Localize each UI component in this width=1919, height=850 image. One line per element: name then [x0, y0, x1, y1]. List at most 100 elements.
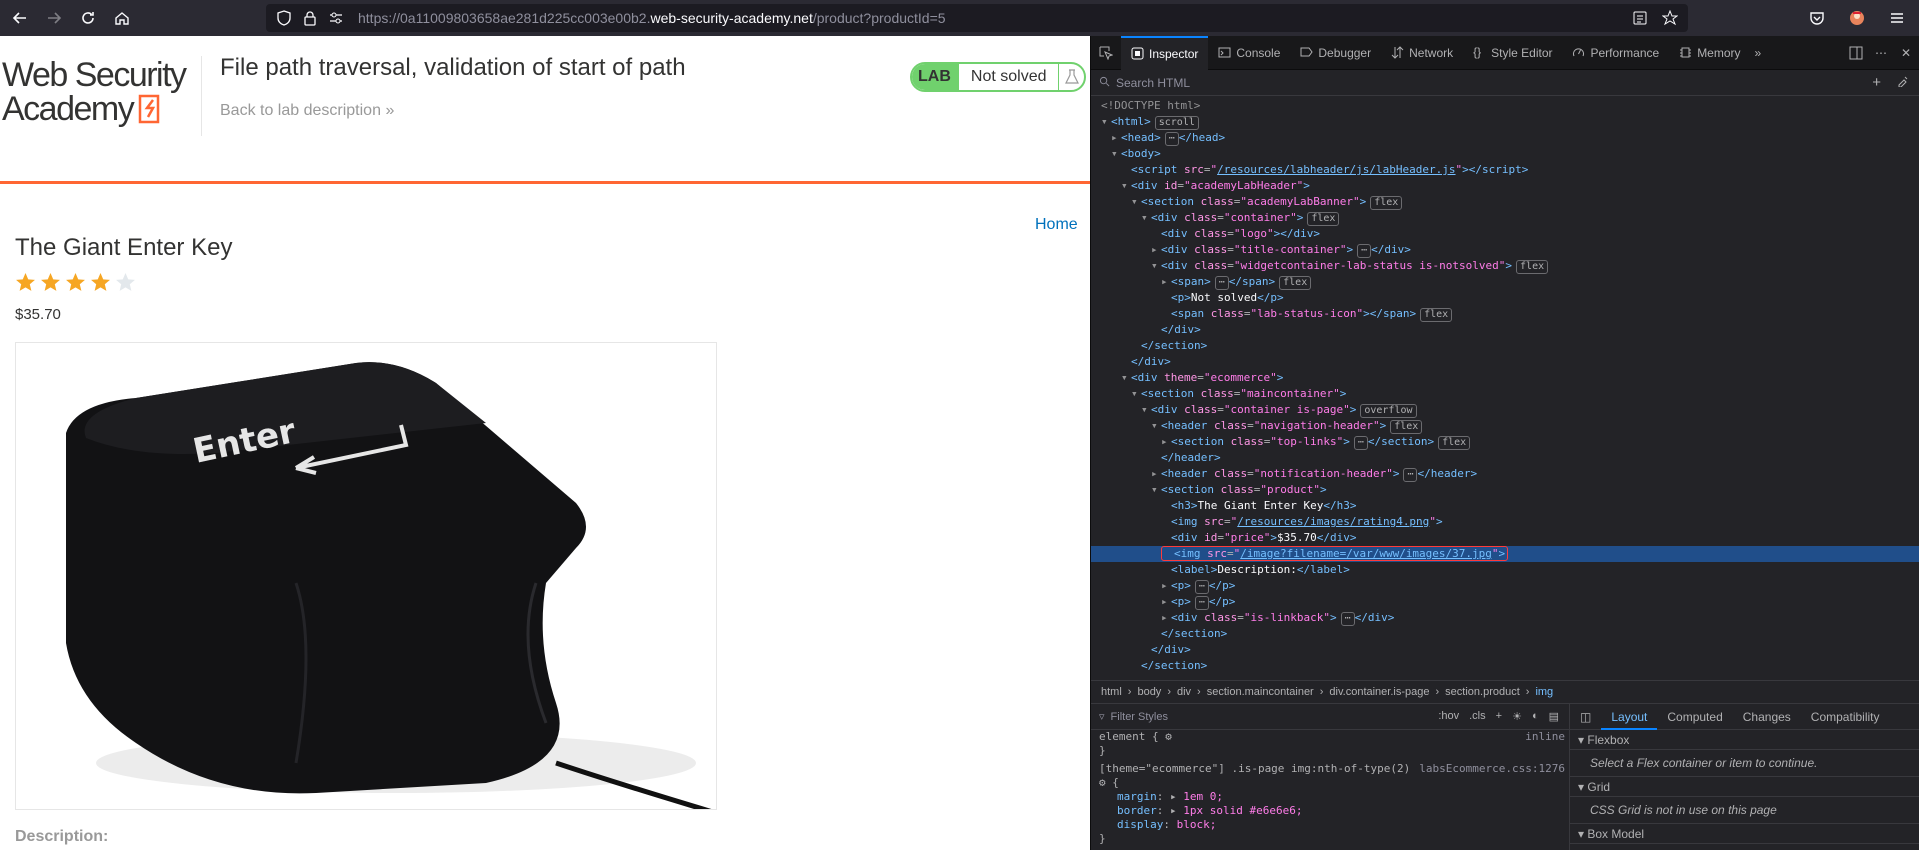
- more-tools-icon[interactable]: »: [1751, 36, 1766, 70]
- breadcrumb-item[interactable]: div: [1177, 686, 1191, 698]
- markup-node[interactable]: <p>Not solved</p>: [1161, 290, 1284, 306]
- markup-node[interactable]: ▾ <header class="navigation-header"> flex: [1151, 418, 1423, 434]
- markup-node[interactable]: ▾ <div class="widgetcontainer-lab-status …: [1151, 258, 1549, 274]
- tab-memory[interactable]: Memory: [1669, 36, 1750, 70]
- markup-node[interactable]: ▾ <html> scroll: [1101, 114, 1199, 130]
- markup-node[interactable]: ▸ <span> ⋯ </span> flex: [1161, 274, 1312, 290]
- lock-icon[interactable]: [302, 10, 318, 26]
- tab-console[interactable]: Console: [1208, 36, 1290, 70]
- markup-node[interactable]: ▸ <div class="is-linkback"> ⋯ </div>: [1161, 610, 1394, 626]
- markup-node[interactable]: ▾ <section class="maincontainer">: [1131, 386, 1346, 402]
- home-icon[interactable]: [108, 4, 136, 32]
- markup-node[interactable]: ▾ <div class="container is-page"> overflow: [1141, 402, 1417, 418]
- breadcrumb-item[interactable]: html: [1101, 686, 1122, 698]
- logo-line2: Academy: [2, 90, 135, 128]
- markup-node[interactable]: ▸ <p> ⋯ </p>: [1161, 578, 1235, 594]
- reader-view-icon[interactable]: [1632, 10, 1648, 31]
- light-mode-icon[interactable]: ☀: [1512, 710, 1522, 723]
- options-menu-icon[interactable]: ⋯: [1869, 36, 1893, 70]
- markup-node[interactable]: ▸ <section class="top-links"> ⋯ </section> f…: [1161, 434, 1471, 450]
- markup-node[interactable]: ▾ <section class="product">: [1151, 482, 1327, 498]
- logo-line1: Web Security: [2, 56, 187, 94]
- cls-toggle[interactable]: .cls: [1469, 710, 1486, 723]
- markup-node[interactable]: ▸ <p> ⋯ </p>: [1161, 594, 1235, 610]
- breadcrumb-item[interactable]: section.product: [1445, 686, 1520, 698]
- eyedropper-icon[interactable]: [1897, 75, 1909, 90]
- markup-node[interactable]: <div class="logo"></div>: [1151, 226, 1320, 242]
- close-devtools-icon[interactable]: ✕: [1893, 36, 1919, 70]
- markup-node[interactable]: </section>: [1131, 658, 1207, 674]
- home-link[interactable]: Home: [1035, 216, 1078, 234]
- element-picker-icon[interactable]: [1091, 36, 1121, 70]
- selected-node[interactable]: <img src="/image?filename=/var/www/image…: [1091, 546, 1919, 562]
- memory-icon: [1679, 46, 1692, 59]
- prop-border[interactable]: border: ▸ 1px solid #e6e6e6;: [1091, 804, 1569, 818]
- permissions-icon[interactable]: [328, 10, 344, 26]
- prop-margin[interactable]: margin: ▸ 1em 0;: [1091, 790, 1569, 804]
- grid-section-header[interactable]: ▾ Grid: [1570, 777, 1919, 797]
- markup-node[interactable]: </header>: [1151, 450, 1221, 466]
- tab-inspector[interactable]: Inspector: [1121, 35, 1209, 70]
- markup-node[interactable]: ▾ <div class="container"> flex: [1141, 210, 1340, 226]
- markup-node[interactable]: </div>: [1141, 642, 1191, 658]
- reload-icon[interactable]: [74, 4, 102, 32]
- logo[interactable]: Web Security Academy: [2, 58, 202, 132]
- hov-toggle[interactable]: :hov: [1438, 710, 1459, 723]
- forward-icon[interactable]: [40, 4, 68, 32]
- logo-text: Web Security Academy: [2, 58, 202, 126]
- breadcrumb-item[interactable]: img: [1535, 686, 1553, 698]
- url-bar[interactable]: https://0a11009803658ae281d225cc003e00b2…: [266, 4, 1688, 32]
- markup-node[interactable]: <span class="lab-status-icon"></span> fle…: [1161, 306, 1453, 322]
- markup-node[interactable]: ▾ <body>: [1111, 146, 1161, 162]
- rule1-source[interactable]: inline: [1525, 730, 1565, 744]
- markup-node[interactable]: ▸ <head> ⋯ </head>: [1111, 130, 1225, 146]
- tab-debugger[interactable]: Debugger: [1290, 36, 1381, 70]
- box-model-section-header[interactable]: ▾ Box Model: [1570, 824, 1919, 844]
- markup-node[interactable]: </section>: [1151, 626, 1227, 642]
- markup-node[interactable]: ▾ <div theme="ecommerce">: [1121, 370, 1283, 386]
- markup-node[interactable]: <h3>The Giant Enter Key</h3>: [1161, 498, 1356, 514]
- markup-node[interactable]: <div id="price">$35.70</div>: [1161, 530, 1357, 546]
- tab-style-editor[interactable]: {} Style Editor: [1463, 36, 1562, 70]
- tab-layout[interactable]: Layout: [1601, 704, 1658, 730]
- bookmark-star-icon[interactable]: [1661, 9, 1679, 31]
- markup-node[interactable]: <script src="/resources/labheader/js/lab…: [1121, 162, 1528, 178]
- menu-icon[interactable]: [1883, 4, 1911, 32]
- markup-node[interactable]: </div>: [1121, 354, 1171, 370]
- prop-display[interactable]: display: block;: [1091, 818, 1569, 832]
- breadcrumb-item[interactable]: section.maincontainer: [1207, 686, 1314, 698]
- tab-computed[interactable]: Computed: [1657, 710, 1732, 724]
- markup-node[interactable]: ▸ <header class="notification-header"> ⋯ </…: [1151, 466, 1477, 482]
- markup-node[interactable]: <!DOCTYPE html>: [1101, 98, 1200, 114]
- shield-icon[interactable]: [276, 10, 292, 26]
- back-icon[interactable]: [6, 4, 34, 32]
- markup-node[interactable]: </div>: [1151, 322, 1201, 338]
- markup-node[interactable]: ▾ <div id="academyLabHeader">: [1121, 178, 1310, 194]
- gear-icon[interactable]: ⚙: [1165, 730, 1172, 743]
- tab-network[interactable]: Network: [1381, 36, 1463, 70]
- tab-compatibility[interactable]: Compatibility: [1801, 710, 1890, 724]
- add-rule-icon[interactable]: +: [1496, 710, 1502, 723]
- breadcrumb-item[interactable]: body: [1137, 686, 1161, 698]
- markup-node[interactable]: </section>: [1131, 338, 1207, 354]
- markup-node[interactable]: <img src="/resources/images/rating4.png"…: [1161, 514, 1443, 530]
- html-search-bar[interactable]: Search HTML +: [1091, 70, 1919, 96]
- tab-changes[interactable]: Changes: [1733, 710, 1801, 724]
- rule2-source[interactable]: labsEcommerce.css:1276: [1419, 762, 1565, 776]
- markup-node[interactable]: ▾ <section class="academyLabBanner"> flex: [1131, 194, 1403, 210]
- dark-mode-icon[interactable]: ◐: [1532, 710, 1539, 723]
- markup-node[interactable]: <label>Description:</label>: [1161, 562, 1350, 578]
- markup-node[interactable]: ▸ <div class="title-container"> ⋯ </div>: [1151, 242, 1411, 258]
- sidebar-toggle-icon[interactable]: ◫: [1570, 710, 1601, 724]
- breadcrumb-item[interactable]: div.container.is-page: [1329, 686, 1429, 698]
- back-to-lab-link[interactable]: Back to lab description »: [220, 102, 394, 120]
- rules-filter-bar[interactable]: ▿ Filter Styles :hov .cls + ☀ ◐ ▤: [1091, 704, 1569, 730]
- print-media-icon[interactable]: ▤: [1549, 710, 1559, 723]
- pocket-icon[interactable]: [1803, 4, 1831, 32]
- dock-icon[interactable]: [1843, 36, 1869, 70]
- gear-icon[interactable]: ⚙: [1099, 776, 1106, 789]
- add-node-icon[interactable]: +: [1872, 74, 1881, 91]
- tab-performance[interactable]: Performance: [1562, 36, 1669, 70]
- flexbox-section-header[interactable]: ▾ Flexbox: [1570, 730, 1919, 750]
- extension-avatar-icon[interactable]: [1843, 4, 1871, 32]
